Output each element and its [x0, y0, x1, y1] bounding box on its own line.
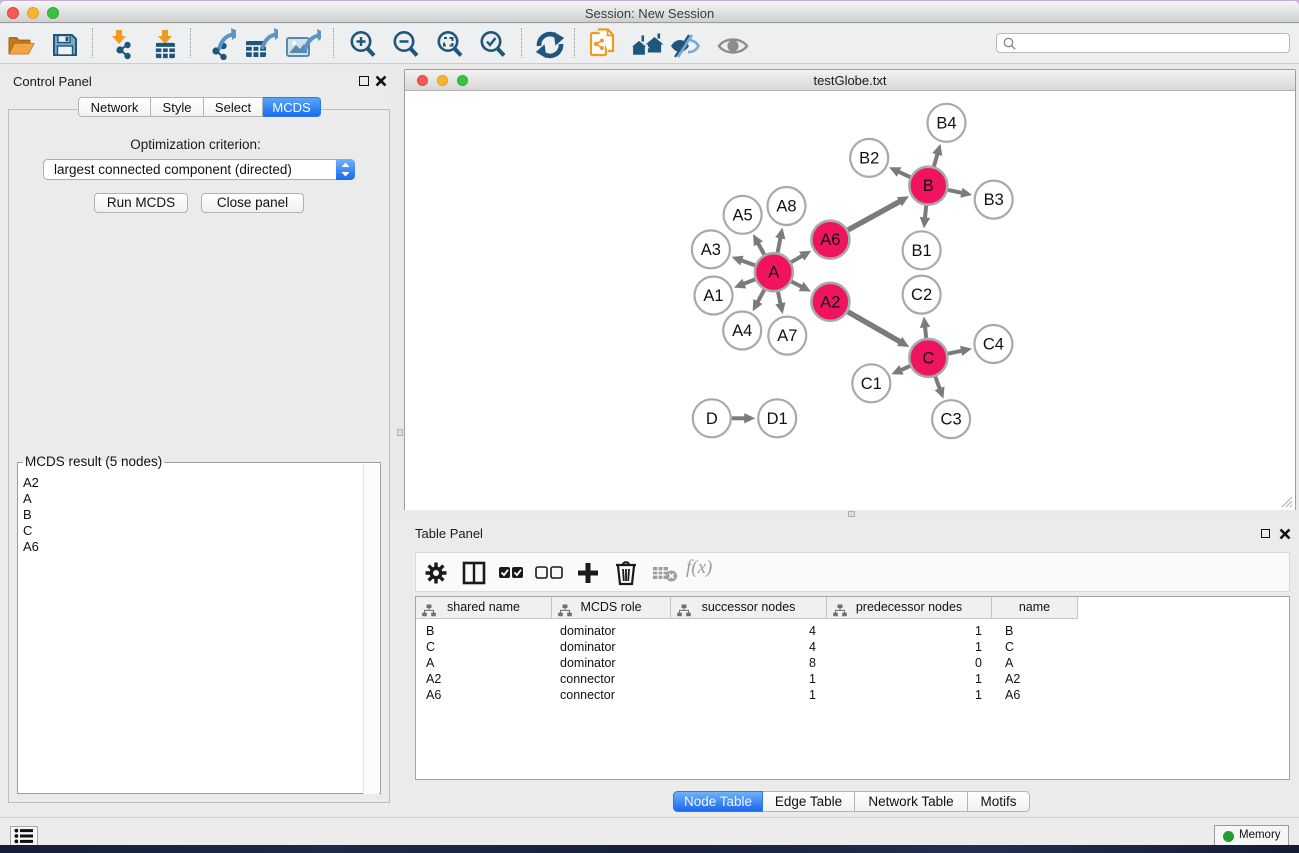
- svg-text:C: C: [922, 349, 934, 367]
- svg-text:D1: D1: [767, 410, 788, 428]
- svg-text:B4: B4: [936, 114, 956, 132]
- svg-text:D: D: [706, 410, 718, 428]
- svg-text:A3: A3: [701, 241, 721, 259]
- svg-text:C2: C2: [911, 286, 932, 304]
- svg-text:A1: A1: [703, 287, 723, 305]
- svg-text:B: B: [923, 177, 934, 195]
- svg-text:C4: C4: [983, 336, 1004, 354]
- svg-text:B1: B1: [912, 242, 932, 260]
- svg-text:A5: A5: [733, 206, 753, 224]
- svg-text:A2: A2: [820, 293, 840, 311]
- svg-text:A6: A6: [820, 231, 840, 249]
- svg-text:C3: C3: [941, 411, 962, 429]
- svg-text:A7: A7: [777, 327, 797, 345]
- svg-text:A8: A8: [776, 198, 796, 216]
- svg-text:B3: B3: [984, 191, 1004, 209]
- svg-text:A4: A4: [732, 322, 752, 340]
- svg-text:A: A: [768, 264, 779, 282]
- svg-text:B2: B2: [859, 149, 879, 167]
- svg-text:C1: C1: [861, 375, 882, 393]
